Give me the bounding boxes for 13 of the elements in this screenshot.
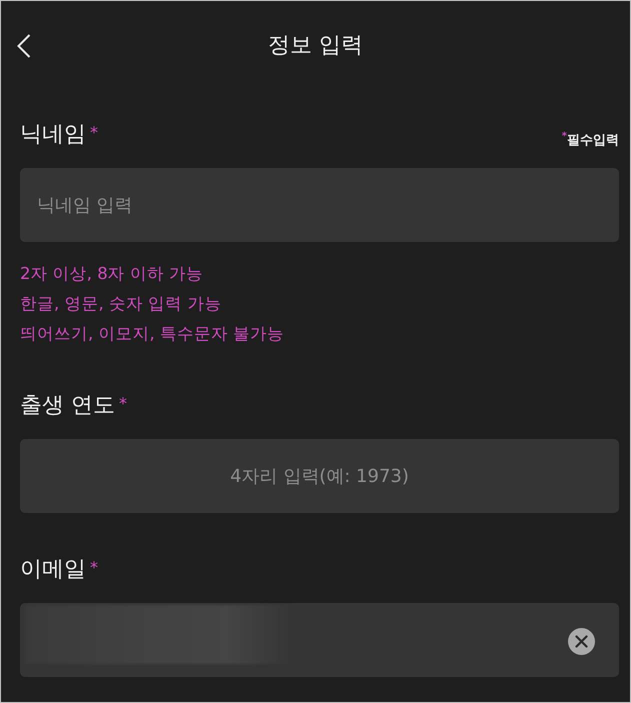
page-title: 정보 입력 (268, 32, 363, 60)
field-label: 출생 연도 $^{*}$ (20, 392, 127, 420)
field-label: 이메일 $^{*}$ (20, 556, 98, 584)
clear-icon[interactable] (568, 628, 595, 654)
hint-text: 띄어쓰기, 이모지, 특수문자 불가능 (20, 323, 286, 345)
email-input[interactable] (20, 603, 619, 677)
birth-year-input[interactable]: 4자리 입력(예: 1973) (20, 439, 619, 513)
hint-text: 2자 이상, 8자 이하 가능 (20, 263, 204, 285)
required-note: *필수입력 (562, 131, 619, 149)
nickname-input[interactable]: 닉네임 입력 (20, 168, 619, 242)
field-label: 닉네임 $^{*}$ (20, 121, 98, 149)
back-icon[interactable] (17, 34, 31, 58)
hint-text: 한글, 영문, 숫자 입력 가능 (20, 293, 222, 315)
